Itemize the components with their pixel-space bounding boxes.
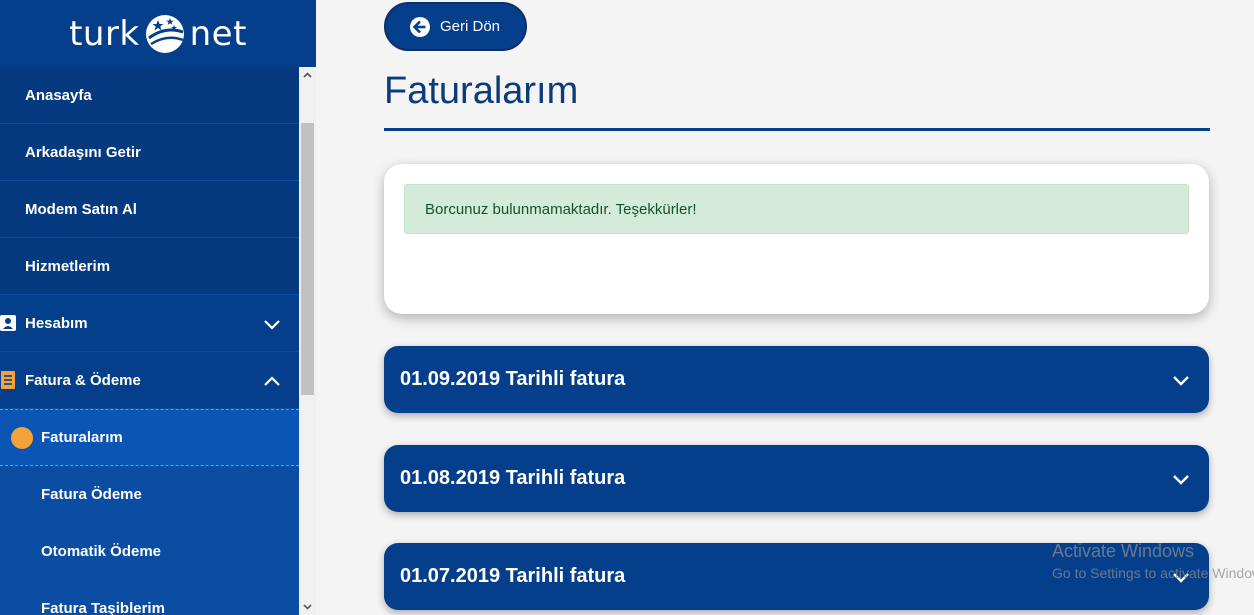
active-indicator-icon xyxy=(11,427,33,449)
balance-card: Borcunuz bulunmamaktadır. Teşekkürler! xyxy=(384,164,1209,314)
turknet-logo[interactable]: turk net xyxy=(69,12,247,56)
logo-text-left: turk xyxy=(69,13,140,54)
sidebar-item-hizmetlerim[interactable]: Hizmetlerim xyxy=(0,238,299,295)
receipt-icon xyxy=(1,371,15,389)
sidebar-item-arkadasini-getir[interactable]: Arkadaşını Getir xyxy=(0,124,299,181)
contact-card-icon xyxy=(0,315,16,331)
sidebar-item-label: Arkadaşını Getir xyxy=(25,143,141,161)
sidebar-item-faturalarim[interactable]: Faturalarım xyxy=(0,409,299,466)
logo-bar: turk net xyxy=(0,0,316,67)
sidebar-scrollbar[interactable] xyxy=(299,67,316,615)
sidebar-item-fatura-odeme-sub[interactable]: Fatura Ödeme xyxy=(0,466,299,523)
sidebar-menu: Anasayfa Arkadaşını Getir Modem Satın Al… xyxy=(0,67,299,615)
globe-icon xyxy=(145,14,184,53)
logo-text-right: net xyxy=(189,13,247,54)
sidebar-item-label: Fatura Taşiblerim xyxy=(41,599,165,615)
windows-activation-watermark: Activate Windows Go to Settings to activ… xyxy=(1052,541,1254,581)
sidebar-item-hesabim[interactable]: Hesabım xyxy=(0,295,299,352)
watermark-subtitle: Go to Settings to activate Windows. xyxy=(1052,565,1254,581)
invoice-accordion-item[interactable]: 01.08.2019 Tarihli fatura xyxy=(384,445,1209,512)
title-divider xyxy=(384,128,1210,131)
sidebar: turk net Anasayfa Arkadaşını Getir Modem… xyxy=(0,0,316,615)
invoice-label: 01.07.2019 Tarihli fatura xyxy=(400,565,626,587)
back-button-label: Geri Dön xyxy=(440,18,501,35)
sidebar-item-label: Anasayfa xyxy=(25,86,92,104)
sidebar-item-label: Fatura & Ödeme xyxy=(25,371,141,389)
scroll-thumb[interactable] xyxy=(301,123,314,395)
sidebar-item-otomatik-odeme[interactable]: Otomatik Ödeme xyxy=(0,523,299,580)
page-title: Faturalarım xyxy=(384,70,579,112)
alert-text: Borcunuz bulunmamaktadır. Teşekkürler! xyxy=(425,200,697,218)
sidebar-item-label: Hizmetlerim xyxy=(25,257,111,275)
chevron-down-icon xyxy=(1173,376,1189,386)
sidebar-item-modem-satin-al[interactable]: Modem Satın Al xyxy=(0,181,299,238)
invoice-label: 01.09.2019 Tarihli fatura xyxy=(400,368,626,390)
sidebar-item-label: Otomatik Ödeme xyxy=(41,542,162,560)
scroll-down-arrow-icon[interactable] xyxy=(302,601,313,612)
success-alert: Borcunuz bulunmamaktadır. Teşekkürler! xyxy=(404,184,1189,234)
sidebar-item-fatura-taksitlerim[interactable]: Fatura Taşiblerim xyxy=(0,580,299,615)
invoice-label: 01.08.2019 Tarihli fatura xyxy=(400,467,626,489)
arrow-left-circle-icon xyxy=(410,16,430,37)
sidebar-item-anasayfa[interactable]: Anasayfa xyxy=(0,67,299,124)
sidebar-item-label: Fatura Ödeme xyxy=(41,485,142,503)
invoice-accordion-item[interactable]: 01.09.2019 Tarihli fatura xyxy=(384,346,1209,413)
chevron-down-icon xyxy=(264,320,280,330)
sidebar-item-fatura-odeme[interactable]: Fatura & Ödeme xyxy=(0,352,299,409)
chevron-up-icon xyxy=(264,376,280,386)
back-button[interactable]: Geri Dön xyxy=(384,2,527,51)
scroll-up-arrow-icon[interactable] xyxy=(302,70,313,81)
chevron-down-icon xyxy=(1173,475,1189,485)
watermark-title: Activate Windows xyxy=(1052,541,1195,561)
sidebar-item-label: Modem Satın Al xyxy=(25,200,137,218)
